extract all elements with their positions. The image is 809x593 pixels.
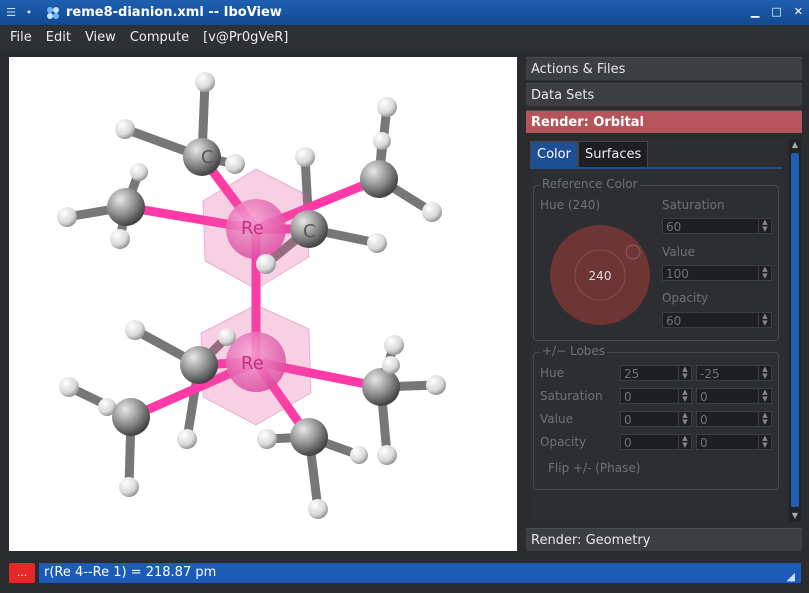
tab-underline bbox=[530, 167, 782, 169]
window-title: reme8-dianion.xml -- IboView bbox=[66, 5, 282, 20]
reference-color-title: Reference Color bbox=[540, 177, 640, 191]
scroll-down-icon[interactable]: ▼ bbox=[789, 510, 801, 522]
lobe-value-plus[interactable]: 0 ▲ ▼ bbox=[620, 411, 692, 427]
re-label-top: Re bbox=[241, 218, 264, 239]
resize-grip-icon[interactable]: ◢ bbox=[787, 567, 795, 587]
value-spinbox[interactable]: 100 ▲ ▼ bbox=[662, 265, 772, 281]
opacity-spinbox[interactable]: 60 ▲ ▼ bbox=[662, 312, 772, 328]
lobe-hue-label: Hue bbox=[540, 366, 565, 380]
hue-value: 240 bbox=[589, 269, 612, 283]
sticky-icon[interactable]: • bbox=[22, 6, 36, 20]
lobes-group: +/− Lobes Hue 25 ▲ ▼ -25 ▲ ▼ Saturation 0 ▲ ▼ … bbox=[533, 344, 779, 490]
c-label-b: C bbox=[303, 221, 316, 242]
menu-view[interactable]: View bbox=[85, 30, 116, 45]
hue-label: Hue (240) bbox=[540, 198, 601, 212]
molecule-render: Re Re C C bbox=[57, 72, 446, 519]
minimize-icon[interactable]: ▁ bbox=[751, 5, 759, 18]
lobe-opacity-label: Opacity bbox=[540, 435, 587, 449]
window-menu-icon[interactable]: ☰ bbox=[4, 6, 18, 20]
c-label-a: C bbox=[201, 147, 214, 168]
orbital-panel: Color Surfaces Reference Color Hue (240)… bbox=[530, 139, 787, 522]
lobe-saturation-label: Saturation bbox=[540, 389, 603, 403]
lobe-hue-minus[interactable]: -25 ▲ ▼ bbox=[696, 365, 772, 381]
scroll-thumb[interactable] bbox=[791, 153, 799, 507]
re-label-bottom: Re bbox=[241, 353, 264, 374]
maximize-icon[interactable]: □ bbox=[771, 5, 781, 18]
tab-color[interactable]: Color bbox=[530, 141, 578, 169]
menu-edit[interactable]: Edit bbox=[46, 30, 71, 45]
scroll-up-icon[interactable]: ▲ bbox=[789, 139, 801, 151]
section-render-geometry[interactable]: Render: Geometry bbox=[526, 528, 802, 551]
tab-surfaces[interactable]: Surfaces bbox=[577, 141, 649, 169]
title-bar: ☰ • reme8-dianion.xml -- IboView ▁ □ ✕ bbox=[0, 0, 809, 25]
lobe-value-minus[interactable]: 0 ▲ ▼ bbox=[696, 411, 772, 427]
section-actions-files[interactable]: Actions & Files bbox=[526, 57, 802, 80]
value-label: Value bbox=[662, 245, 695, 259]
opacity-label: Opacity bbox=[662, 291, 709, 305]
section-render-orbital[interactable]: Render: Orbital bbox=[526, 110, 802, 133]
side-panel: Actions & Files Data Sets Render: Orbita… bbox=[526, 55, 803, 552]
lobe-saturation-minus[interactable]: 0 ▲ ▼ bbox=[696, 388, 772, 404]
close-icon[interactable]: ✕ bbox=[794, 5, 803, 18]
menu-compute[interactable]: Compute bbox=[130, 30, 189, 45]
menu-user[interactable]: [v@Pr0gVeR] bbox=[203, 30, 288, 45]
saturation-label: Saturation bbox=[662, 198, 725, 212]
lobe-value-label: Value bbox=[540, 412, 573, 426]
lobe-opacity-plus[interactable]: 0 ▲ ▼ bbox=[620, 434, 692, 450]
menu-file[interactable]: File bbox=[10, 30, 32, 45]
app-icon bbox=[46, 6, 60, 20]
section-data-sets[interactable]: Data Sets bbox=[526, 83, 802, 106]
lobes-title: +/− Lobes bbox=[540, 344, 608, 358]
log-button[interactable]: ... bbox=[9, 563, 35, 583]
lobe-hue-plus[interactable]: 25 ▲ ▼ bbox=[620, 365, 692, 381]
flip-phase-checkbox[interactable]: Flip +/- (Phase) bbox=[548, 461, 640, 475]
molecule-viewport[interactable]: Re Re C C bbox=[9, 57, 517, 551]
panel-scrollbar[interactable]: ▲ ▼ bbox=[789, 139, 801, 522]
saturation-spinbox[interactable]: 60 ▲ ▼ bbox=[662, 218, 772, 234]
hue-wheel[interactable]: 240 bbox=[548, 223, 652, 327]
menu-bar: File Edit View Compute [v@Pr0gVeR] bbox=[0, 25, 809, 49]
status-text: r(Re 4--Re 1) = 218.87 pm ◢ bbox=[39, 563, 801, 583]
lobe-opacity-minus[interactable]: 0 ▲ ▼ bbox=[696, 434, 772, 450]
lobe-saturation-plus[interactable]: 0 ▲ ▼ bbox=[620, 388, 692, 404]
status-bar: ... r(Re 4--Re 1) = 218.87 pm ◢ bbox=[0, 560, 809, 593]
reference-color-group: Reference Color Hue (240) 240 Saturation… bbox=[533, 177, 779, 341]
